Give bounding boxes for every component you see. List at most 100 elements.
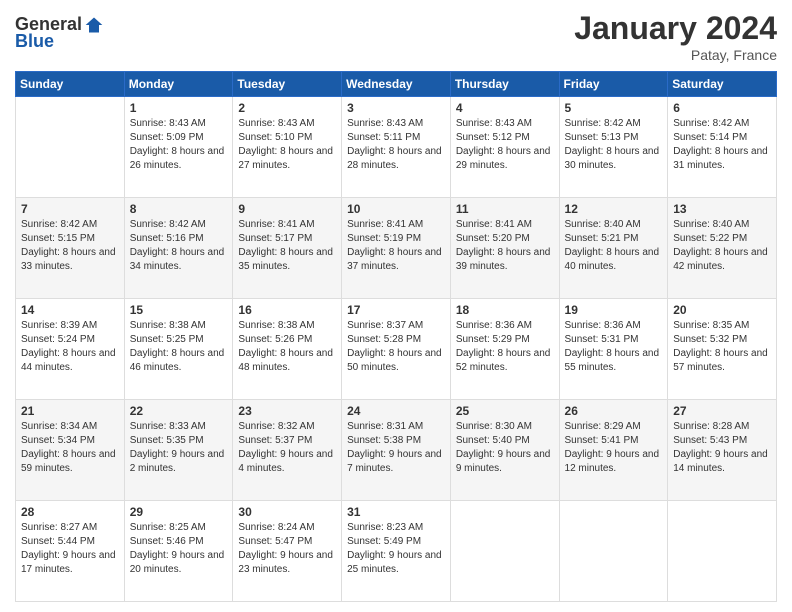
day-number: 31 — [347, 505, 445, 519]
calendar-cell: 9 Sunrise: 8:41 AM Sunset: 5:17 PM Daylig… — [233, 198, 342, 299]
day-number: 20 — [673, 303, 771, 317]
calendar-cell: 16Sunrise: 8:38 AM Sunset: 5:26 PM Dayli… — [233, 299, 342, 400]
day-number: 11 — [456, 202, 554, 216]
col-tuesday: Tuesday — [233, 72, 342, 97]
calendar-cell: 7 Sunrise: 8:42 AM Sunset: 5:15 PM Daylig… — [16, 198, 125, 299]
day-number: 25 — [456, 404, 554, 418]
day-number: 12 — [565, 202, 663, 216]
logo-blue: Blue — [15, 31, 54, 52]
calendar-cell: 22 Sunrise: 8:33 AM Sunset: 5:35 PM Dayli… — [124, 400, 233, 501]
day-number: 23 — [238, 404, 336, 418]
day-number: 28 — [21, 505, 119, 519]
day-info: Sunrise: 8:27 AM Sunset: 5:44 PM Dayligh… — [21, 521, 119, 577]
day-number: 29 — [130, 505, 228, 519]
day-number: 10 — [347, 202, 445, 216]
calendar-header-row: Sunday Monday Tuesday Wednesday Thursday… — [16, 72, 777, 97]
day-number: 9 — [238, 202, 336, 216]
calendar-cell: 17 Sunrise: 8:37 AM Sunset: 5:28 PM Dayli… — [342, 299, 451, 400]
calendar-cell: 23Sunrise: 8:32 AM Sunset: 5:37 PM Dayli… — [233, 400, 342, 501]
calendar-cell: 30 Sunrise: 8:24 AM Sunset: 5:47 PM Dayli… — [233, 501, 342, 602]
day-info: Sunrise: 8:37 AM Sunset: 5:28 PM Dayligh… — [347, 319, 445, 375]
day-number: 6 — [673, 101, 771, 115]
day-number: 13 — [673, 202, 771, 216]
day-info: Sunrise: 8:41 AM Sunset: 5:17 PM Dayligh… — [238, 218, 336, 274]
day-info: Sunrise: 8:24 AM Sunset: 5:47 PM Dayligh… — [238, 521, 336, 577]
day-info: Sunrise: 8:41 AM Sunset: 5:19 PM Dayligh… — [347, 218, 445, 274]
calendar-cell — [668, 501, 777, 602]
col-friday: Friday — [559, 72, 668, 97]
page: General Blue January 2024 Patay, France … — [0, 0, 792, 612]
day-info: Sunrise: 8:29 AM Sunset: 5:41 PM Dayligh… — [565, 420, 663, 476]
day-info: Sunrise: 8:36 AM Sunset: 5:29 PM Dayligh… — [456, 319, 554, 375]
calendar-cell: 8Sunrise: 8:42 AM Sunset: 5:16 PM Daylig… — [124, 198, 233, 299]
day-info: Sunrise: 8:36 AM Sunset: 5:31 PM Dayligh… — [565, 319, 663, 375]
col-wednesday: Wednesday — [342, 72, 451, 97]
day-number: 15 — [130, 303, 228, 317]
col-saturday: Saturday — [668, 72, 777, 97]
calendar-cell: 13 Sunrise: 8:40 AM Sunset: 5:22 PM Dayli… — [668, 198, 777, 299]
day-info: Sunrise: 8:43 AM Sunset: 5:10 PM Dayligh… — [238, 117, 336, 173]
calendar-cell: 2Sunrise: 8:43 AM Sunset: 5:10 PM Daylig… — [233, 97, 342, 198]
day-info: Sunrise: 8:43 AM Sunset: 5:09 PM Dayligh… — [130, 117, 228, 173]
day-info: Sunrise: 8:38 AM Sunset: 5:25 PM Dayligh… — [130, 319, 228, 375]
day-info: Sunrise: 8:34 AM Sunset: 5:34 PM Dayligh… — [21, 420, 119, 476]
day-info: Sunrise: 8:33 AM Sunset: 5:35 PM Dayligh… — [130, 420, 228, 476]
calendar-cell: 14 Sunrise: 8:39 AM Sunset: 5:24 PM Dayli… — [16, 299, 125, 400]
calendar-cell: 6Sunrise: 8:42 AM Sunset: 5:14 PM Daylig… — [668, 97, 777, 198]
day-info: Sunrise: 8:31 AM Sunset: 5:38 PM Dayligh… — [347, 420, 445, 476]
calendar-cell: 28 Sunrise: 8:27 AM Sunset: 5:44 PM Dayli… — [16, 501, 125, 602]
calendar-cell: 26 Sunrise: 8:29 AM Sunset: 5:41 PM Dayli… — [559, 400, 668, 501]
col-thursday: Thursday — [450, 72, 559, 97]
day-number: 24 — [347, 404, 445, 418]
calendar-cell — [450, 501, 559, 602]
header: General Blue January 2024 Patay, France — [15, 10, 777, 63]
calendar-cell: 19Sunrise: 8:36 AM Sunset: 5:31 PM Dayli… — [559, 299, 668, 400]
day-number: 27 — [673, 404, 771, 418]
calendar-week-row-3: 21 Sunrise: 8:34 AM Sunset: 5:34 PM Dayli… — [16, 400, 777, 501]
day-info: Sunrise: 8:42 AM Sunset: 5:15 PM Dayligh… — [21, 218, 119, 274]
day-info: Sunrise: 8:42 AM Sunset: 5:13 PM Dayligh… — [565, 117, 663, 173]
day-info: Sunrise: 8:38 AM Sunset: 5:26 PM Dayligh… — [238, 319, 336, 375]
calendar-cell: 31Sunrise: 8:23 AM Sunset: 5:49 PM Dayli… — [342, 501, 451, 602]
calendar-cell: 12 Sunrise: 8:40 AM Sunset: 5:21 PM Dayli… — [559, 198, 668, 299]
day-number: 3 — [347, 101, 445, 115]
calendar-cell: 29 Sunrise: 8:25 AM Sunset: 5:46 PM Dayli… — [124, 501, 233, 602]
day-number: 17 — [347, 303, 445, 317]
calendar-week-row-1: 7 Sunrise: 8:42 AM Sunset: 5:15 PM Daylig… — [16, 198, 777, 299]
day-info: Sunrise: 8:40 AM Sunset: 5:22 PM Dayligh… — [673, 218, 771, 274]
calendar-cell: 11 Sunrise: 8:41 AM Sunset: 5:20 PM Dayli… — [450, 198, 559, 299]
calendar-cell: 4Sunrise: 8:43 AM Sunset: 5:12 PM Daylig… — [450, 97, 559, 198]
day-info: Sunrise: 8:41 AM Sunset: 5:20 PM Dayligh… — [456, 218, 554, 274]
day-number: 26 — [565, 404, 663, 418]
calendar-cell: 20 Sunrise: 8:35 AM Sunset: 5:32 PM Dayli… — [668, 299, 777, 400]
calendar-cell: 25Sunrise: 8:30 AM Sunset: 5:40 PM Dayli… — [450, 400, 559, 501]
day-number: 22 — [130, 404, 228, 418]
day-info: Sunrise: 8:35 AM Sunset: 5:32 PM Dayligh… — [673, 319, 771, 375]
calendar-cell: 5 Sunrise: 8:42 AM Sunset: 5:13 PM Daylig… — [559, 97, 668, 198]
calendar-cell: 1 Sunrise: 8:43 AM Sunset: 5:09 PM Daylig… — [124, 97, 233, 198]
day-number: 1 — [130, 101, 228, 115]
day-number: 5 — [565, 101, 663, 115]
calendar-cell: 24 Sunrise: 8:31 AM Sunset: 5:38 PM Dayli… — [342, 400, 451, 501]
day-number: 4 — [456, 101, 554, 115]
day-info: Sunrise: 8:40 AM Sunset: 5:21 PM Dayligh… — [565, 218, 663, 274]
month-title: January 2024 — [574, 10, 777, 47]
title-area: January 2024 Patay, France — [574, 10, 777, 63]
col-sunday: Sunday — [16, 72, 125, 97]
calendar-week-row-2: 14 Sunrise: 8:39 AM Sunset: 5:24 PM Dayli… — [16, 299, 777, 400]
calendar-week-row-0: 1 Sunrise: 8:43 AM Sunset: 5:09 PM Daylig… — [16, 97, 777, 198]
calendar-week-row-4: 28 Sunrise: 8:27 AM Sunset: 5:44 PM Dayli… — [16, 501, 777, 602]
subtitle: Patay, France — [574, 47, 777, 63]
calendar-cell: 18Sunrise: 8:36 AM Sunset: 5:29 PM Dayli… — [450, 299, 559, 400]
calendar-cell: 27Sunrise: 8:28 AM Sunset: 5:43 PM Dayli… — [668, 400, 777, 501]
calendar-cell: 21 Sunrise: 8:34 AM Sunset: 5:34 PM Dayli… — [16, 400, 125, 501]
day-info: Sunrise: 8:25 AM Sunset: 5:46 PM Dayligh… — [130, 521, 228, 577]
day-info: Sunrise: 8:43 AM Sunset: 5:11 PM Dayligh… — [347, 117, 445, 173]
day-number: 14 — [21, 303, 119, 317]
day-info: Sunrise: 8:39 AM Sunset: 5:24 PM Dayligh… — [21, 319, 119, 375]
calendar-table: Sunday Monday Tuesday Wednesday Thursday… — [15, 71, 777, 602]
day-number: 21 — [21, 404, 119, 418]
day-number: 30 — [238, 505, 336, 519]
calendar-cell — [16, 97, 125, 198]
day-number: 7 — [21, 202, 119, 216]
